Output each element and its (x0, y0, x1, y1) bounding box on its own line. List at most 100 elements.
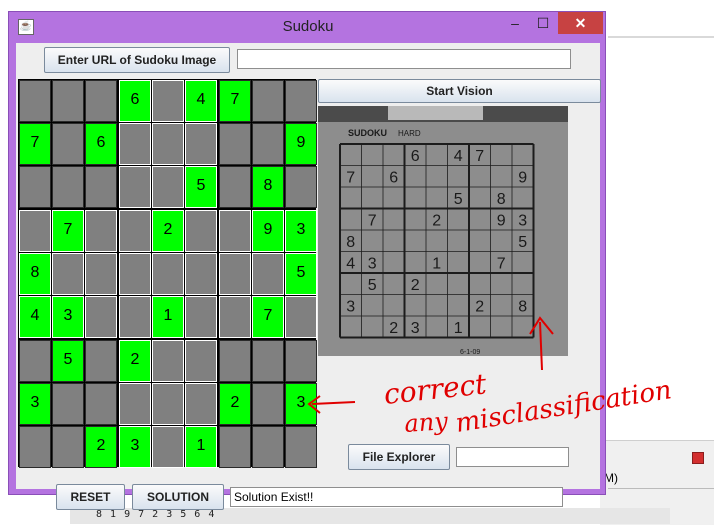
file-path-input[interactable] (456, 447, 569, 467)
sudoku-cell[interactable] (252, 426, 284, 468)
solution-button[interactable]: SOLUTION (132, 484, 224, 510)
sudoku-cell[interactable]: 5 (285, 253, 317, 295)
sudoku-cell[interactable] (219, 253, 251, 295)
sudoku-cell[interactable]: 8 (252, 166, 284, 208)
sudoku-cell[interactable] (119, 210, 151, 252)
sudoku-cell[interactable]: 3 (119, 426, 151, 468)
sudoku-cell[interactable] (19, 340, 51, 382)
sudoku-cell[interactable]: 2 (219, 383, 251, 425)
sudoku-cell[interactable] (152, 383, 184, 425)
sudoku-cell[interactable]: 5 (52, 340, 84, 382)
sudoku-cell[interactable]: 3 (19, 383, 51, 425)
sudoku-cell[interactable] (85, 253, 117, 295)
sudoku-cell[interactable] (52, 253, 84, 295)
start-vision-button[interactable]: Start Vision (318, 79, 601, 103)
stop-icon[interactable] (692, 452, 704, 464)
sudoku-cell[interactable] (85, 210, 117, 252)
sudoku-cell[interactable]: 1 (185, 426, 217, 468)
sudoku-cell[interactable] (52, 426, 84, 468)
sudoku-cell[interactable] (185, 296, 217, 338)
sudoku-cell[interactable]: 3 (285, 383, 317, 425)
sudoku-cell[interactable] (52, 383, 84, 425)
sudoku-cell[interactable]: 7 (19, 123, 51, 165)
sudoku-cell[interactable]: 4 (19, 296, 51, 338)
sudoku-cell[interactable] (185, 123, 217, 165)
sudoku-cell[interactable]: 9 (252, 210, 284, 252)
minimize-button[interactable]: – (502, 12, 528, 34)
sudoku-cell[interactable]: 6 (85, 123, 117, 165)
sudoku-cell[interactable] (252, 253, 284, 295)
sudoku-cell[interactable] (285, 426, 317, 468)
sudoku-cell[interactable]: 2 (85, 426, 117, 468)
sudoku-cell[interactable] (219, 296, 251, 338)
file-explorer-button[interactable]: File Explorer (348, 444, 450, 470)
close-button[interactable]: ✕ (558, 12, 603, 34)
sudoku-cell[interactable] (219, 426, 251, 468)
sudoku-cell[interactable] (85, 166, 117, 208)
sudoku-cell[interactable] (252, 383, 284, 425)
sudoku-cell[interactable] (285, 80, 317, 122)
sudoku-cell[interactable] (85, 296, 117, 338)
sudoku-cell[interactable] (152, 253, 184, 295)
sudoku-cell[interactable]: 1 (152, 296, 184, 338)
photo-digit: 8 (346, 234, 355, 251)
sudoku-cell[interactable]: 8 (19, 253, 51, 295)
photo-digit: 9 (497, 212, 506, 229)
reset-button[interactable]: RESET (56, 484, 125, 510)
sudoku-cell[interactable] (52, 80, 84, 122)
photo-digit: 7 (497, 255, 506, 272)
maximize-button[interactable]: ☐ (530, 12, 556, 34)
sudoku-cell[interactable] (219, 340, 251, 382)
sudoku-cell[interactable] (219, 123, 251, 165)
sudoku-cell[interactable] (85, 383, 117, 425)
sudoku-cell[interactable] (252, 123, 284, 165)
sudoku-cell[interactable] (219, 166, 251, 208)
sudoku-cell[interactable] (152, 166, 184, 208)
status-field: Solution Exist!! (230, 487, 563, 507)
sudoku-cell[interactable] (285, 340, 317, 382)
sudoku-cell[interactable]: 3 (52, 296, 84, 338)
sudoku-cell[interactable] (252, 80, 284, 122)
sudoku-cell[interactable] (252, 340, 284, 382)
enter-url-button[interactable]: Enter URL of Sudoku Image (44, 47, 230, 73)
sudoku-cell[interactable]: 2 (152, 210, 184, 252)
photo-digit: 7 (475, 148, 484, 165)
sudoku-cell[interactable]: 5 (185, 166, 217, 208)
sudoku-cell[interactable] (85, 340, 117, 382)
sudoku-cell[interactable] (152, 426, 184, 468)
sudoku-cell[interactable]: 7 (252, 296, 284, 338)
sudoku-cell[interactable] (219, 210, 251, 252)
sudoku-cell[interactable] (85, 80, 117, 122)
url-input[interactable] (237, 49, 571, 69)
sudoku-cell[interactable] (185, 340, 217, 382)
sudoku-cell[interactable] (152, 123, 184, 165)
sudoku-cell[interactable] (285, 166, 317, 208)
sudoku-cell[interactable]: 4 (185, 80, 217, 122)
sudoku-cell[interactable] (19, 210, 51, 252)
sudoku-cell[interactable] (119, 123, 151, 165)
sudoku-cell[interactable]: 7 (52, 210, 84, 252)
sudoku-cell[interactable] (19, 166, 51, 208)
sudoku-cell[interactable]: 2 (119, 340, 151, 382)
sudoku-cell[interactable] (52, 123, 84, 165)
sudoku-cell[interactable] (19, 426, 51, 468)
sudoku-cell[interactable] (119, 383, 151, 425)
sudoku-cell[interactable]: 7 (219, 80, 251, 122)
sudoku-cell[interactable]: 6 (119, 80, 151, 122)
sudoku-cell[interactable] (152, 80, 184, 122)
sudoku-cell[interactable] (119, 296, 151, 338)
sudoku-cell[interactable] (185, 383, 217, 425)
sudoku-cell[interactable] (152, 340, 184, 382)
sudoku-cell[interactable] (185, 210, 217, 252)
photo-digit: 7 (368, 212, 377, 229)
sudoku-cell[interactable] (52, 166, 84, 208)
sudoku-cell[interactable] (19, 80, 51, 122)
title-bar[interactable]: ☕ Sudoku – ☐ ✕ (9, 12, 605, 42)
sudoku-cell[interactable] (185, 253, 217, 295)
sudoku-cell[interactable] (285, 296, 317, 338)
background-side-text: M) (604, 471, 618, 485)
sudoku-cell[interactable] (119, 166, 151, 208)
sudoku-cell[interactable]: 9 (285, 123, 317, 165)
sudoku-cell[interactable] (119, 253, 151, 295)
sudoku-cell[interactable]: 3 (285, 210, 317, 252)
